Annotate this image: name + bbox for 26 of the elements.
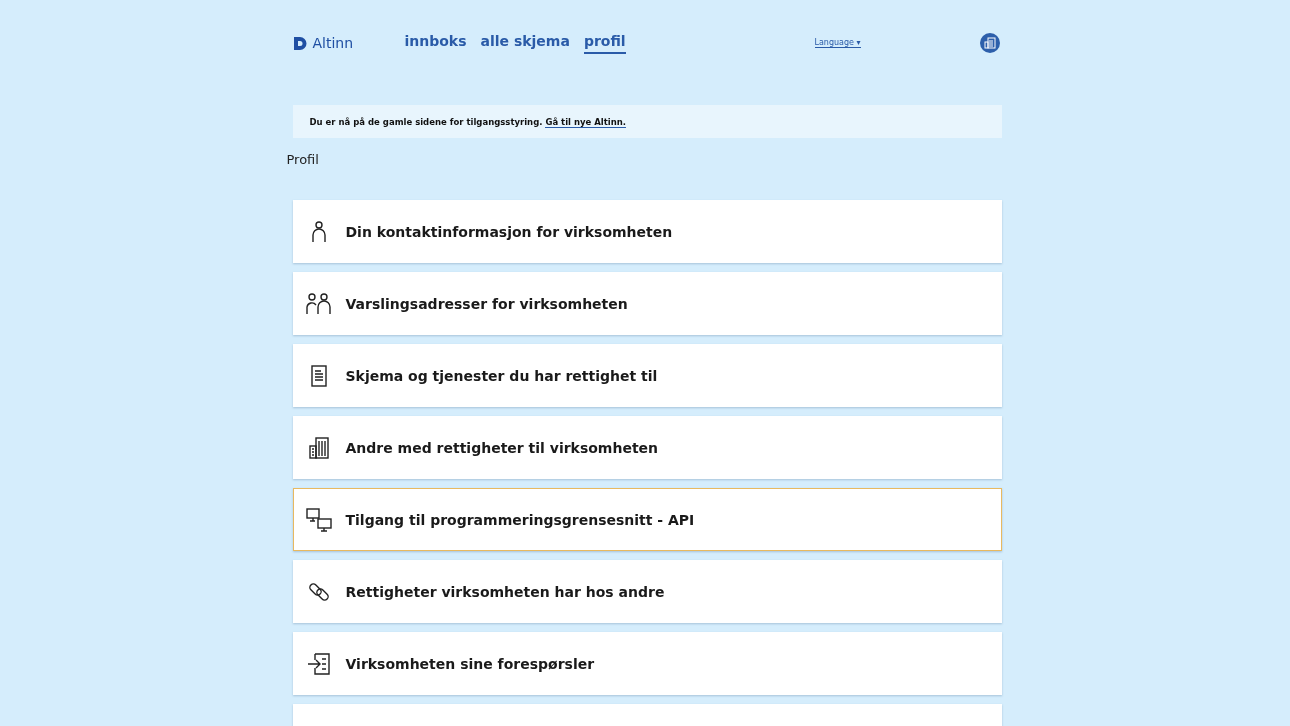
nav-link[interactable]: innboks xyxy=(404,32,467,54)
menu-card[interactable]: Virksomheten sine forespørsler xyxy=(292,632,1002,695)
language-link[interactable]: Language ▾ xyxy=(814,38,861,48)
menu-card[interactable]: Varslingsadresser for virksomheten xyxy=(292,272,1002,335)
nav-link[interactable]: profil xyxy=(583,32,626,54)
menu-label: Din kontaktinformasjon for virksomheten xyxy=(345,223,673,240)
menu-label: Skjema og tjenester du har rettighet til xyxy=(345,367,658,384)
menu-card[interactable]: Tilgang til programmeringsgrensesnitt - API xyxy=(292,488,1002,551)
logo[interactable]: Altinn xyxy=(292,35,405,51)
arrow-into-list-icon xyxy=(305,652,332,675)
people-icon xyxy=(305,292,332,315)
monitors-icon xyxy=(305,507,332,532)
menu-label: Varslingsadresser for virksomheten xyxy=(345,295,628,312)
page-heading: Profil xyxy=(286,152,320,169)
menu-card[interactable]: Skjema og tjenester du har rettighet til xyxy=(292,344,1002,407)
menu-card[interactable]: Andre med rettigheter til virksomheten xyxy=(292,416,1002,479)
menu-card[interactable]: Rettigheter virksomheten har hos andre xyxy=(292,560,1002,623)
menu-label: Tilgang til programmeringsgrensesnitt - API xyxy=(345,511,695,528)
menu-label: Virksomheten sine forespørsler xyxy=(345,655,595,672)
menu-label: Andre med rettigheter til virksomheten xyxy=(345,439,659,456)
menu-card[interactable]: Din kontaktinformasjon for virksomheten xyxy=(292,200,1002,263)
new-altinn-link[interactable]: Gå til nye Altinn. xyxy=(545,116,627,128)
account-avatar[interactable] xyxy=(979,33,1000,53)
notice-message: Du er nå på de gamle sidene for tilgangsstyring. xyxy=(309,116,543,127)
nav-link[interactable]: alle skjema xyxy=(480,32,570,54)
menu-label: Rettigheter virksomheten har hos andre xyxy=(345,583,665,600)
